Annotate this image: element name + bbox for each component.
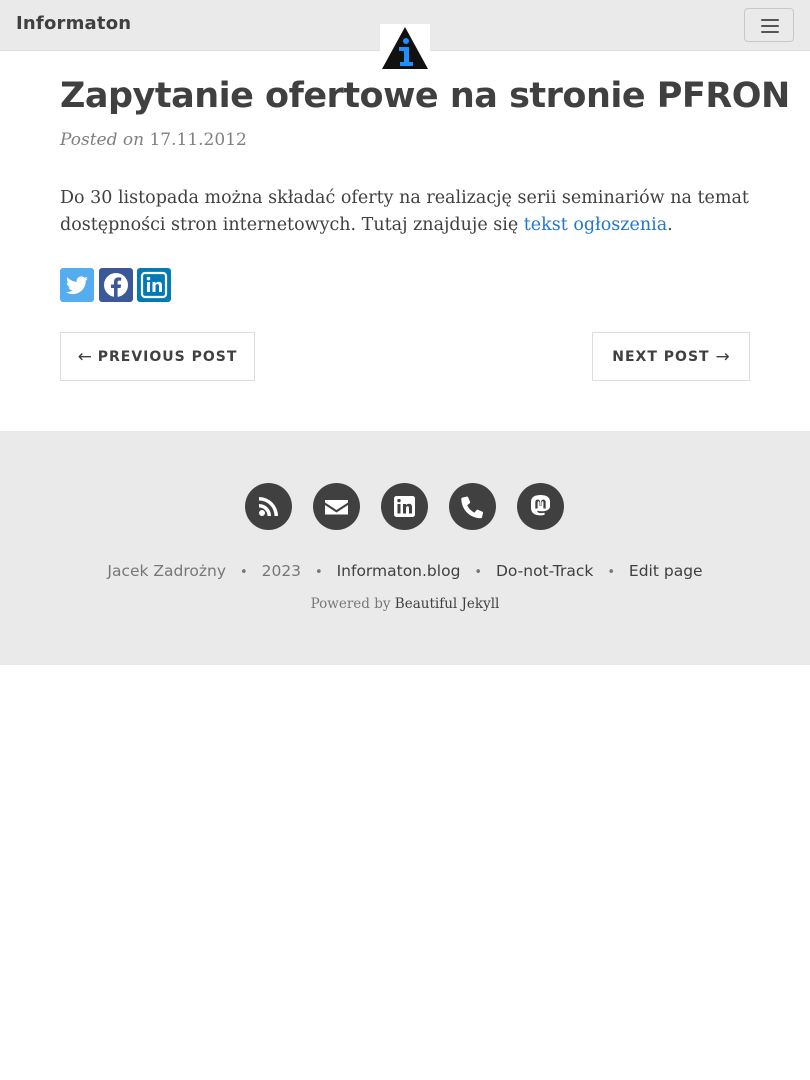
previous-post-label: PREVIOUS POST (97, 348, 238, 365)
footer-author: Jacek Zadrożny (107, 562, 227, 580)
post-date: 17.11.2012 (149, 130, 247, 150)
footer-separator: • (314, 565, 323, 580)
next-post-button[interactable]: NEXT POST → (592, 332, 750, 381)
announcement-link[interactable]: tekst ogłoszenia (524, 215, 667, 235)
previous-post-button[interactable]: ← PREVIOUS POST (60, 332, 255, 381)
footer-mastodon-link[interactable] (517, 483, 564, 530)
post-title: Zapytanie ofertowe na stronie PFRON (60, 76, 790, 116)
footer-link-informaton-blog[interactable]: Informaton.blog (337, 562, 461, 580)
post-body: Do 30 listopada można składać oferty na … (60, 185, 760, 239)
twitter-icon (66, 276, 88, 295)
facebook-icon (104, 273, 128, 297)
footer: Jacek Zadrożny • 2023 • Informaton.blog … (0, 431, 810, 665)
share-facebook-button[interactable] (99, 268, 133, 302)
footer-rss-link[interactable] (245, 483, 292, 530)
next-post-label: NEXT POST (612, 348, 710, 365)
footer-copyright: Jacek Zadrożny • 2023 • Informaton.blog … (0, 562, 810, 580)
footer-separator: • (607, 565, 615, 580)
footer-link-edit-page[interactable]: Edit page (629, 562, 703, 580)
powered-prefix: Powered by (310, 596, 391, 612)
footer-separator: • (474, 565, 483, 580)
brand-link[interactable]: Informaton (16, 13, 131, 34)
mastodon-icon (531, 495, 550, 516)
navbar-toggle-button[interactable] (744, 8, 794, 42)
footer-linkedin-link[interactable] (381, 483, 428, 530)
linkedin-icon (140, 271, 168, 299)
rss-icon (259, 497, 278, 516)
post-meta: Posted on 17.11.2012 (60, 130, 247, 150)
next-arrow: → (715, 346, 730, 367)
beautiful-jekyll-link[interactable]: Beautiful Jekyll (395, 596, 500, 612)
footer-phone-link[interactable] (449, 483, 496, 530)
phone-icon (461, 496, 484, 519)
footer-link-do-not-track[interactable]: Do-not-Track (496, 562, 593, 580)
footer-year: 2023 (261, 562, 302, 580)
share-linkedin-button[interactable] (137, 268, 171, 302)
previous-arrow: ← (77, 346, 92, 367)
footer-powered-by: Powered by Beautiful Jekyll (0, 596, 810, 612)
informaton-logo[interactable] (380, 24, 430, 74)
linkedin-icon (394, 496, 415, 517)
post-body-end: . (667, 215, 673, 235)
share-twitter-button[interactable] (60, 268, 94, 302)
footer-separator: • (239, 565, 248, 580)
post-meta-prefix: Posted on (60, 130, 145, 150)
footer-email-link[interactable] (313, 483, 360, 530)
envelope-icon (325, 500, 348, 515)
